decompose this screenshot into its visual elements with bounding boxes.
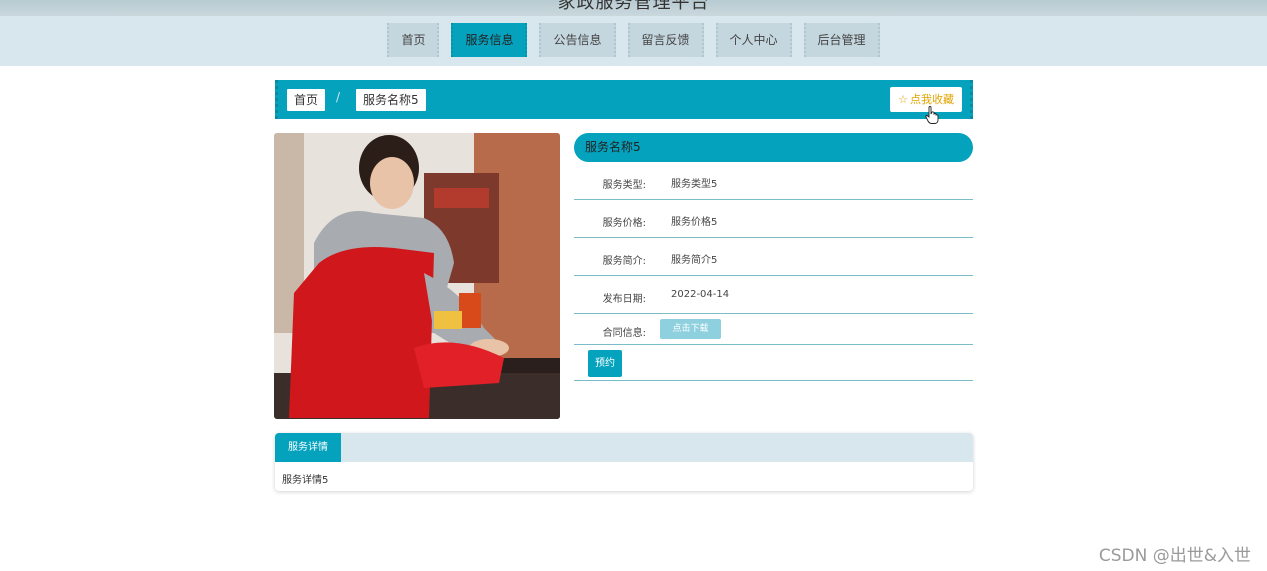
watermark: CSDN @出世&入世 — [1098, 546, 1251, 566]
tab-content: 服务详情5 — [282, 475, 329, 486]
breadcrumb-separator: / — [336, 90, 341, 104]
hand-cursor-icon — [925, 106, 939, 124]
detail-row-label: 服务价格: — [602, 218, 646, 229]
site-title: 家政服务管理平台 — [557, 0, 710, 13]
detail-row-label: 合同信息: — [602, 328, 646, 339]
nav-item-services[interactable]: 服务信息 — [451, 23, 528, 57]
breadcrumb-current: 服务名称5 — [356, 89, 426, 111]
download-contract-button[interactable]: 点击下载 — [660, 319, 721, 339]
detail-row-value: 服务价格5 — [671, 217, 718, 228]
detail-tabs: 服务详情 服务详情5 — [275, 433, 973, 491]
nav-item-admin[interactable]: 后台管理 — [803, 23, 880, 57]
nav-item-feedback[interactable]: 留言反馈 — [627, 23, 704, 57]
nav-item-announcements[interactable]: 公告信息 — [539, 23, 616, 57]
favorite-label: 点我收藏 — [910, 93, 954, 106]
detail-row-value: 2022-04-14 — [671, 289, 730, 300]
tab-service-details[interactable]: 服务详情 — [275, 433, 341, 462]
site-header: 家政服务管理平台 — [0, 0, 1267, 16]
detail-row-type: 服务类型: 服务类型5 — [574, 162, 973, 200]
detail-row-value: 服务类型5 — [671, 179, 718, 190]
breadcrumb: 首页 / 服务名称5 ☆ 点我收藏 — [275, 80, 973, 119]
nav-item-home[interactable]: 首页 — [387, 23, 440, 57]
detail-row-label: 发布日期: — [602, 294, 646, 305]
breadcrumb-home[interactable]: 首页 — [287, 89, 326, 111]
detail-row-date: 发布日期: 2022-04-14 — [574, 276, 973, 314]
detail-row-label: 服务简介: — [602, 256, 646, 267]
detail-row-summary: 服务简介: 服务简介5 — [574, 238, 973, 276]
nav-item-profile[interactable]: 个人中心 — [715, 23, 792, 57]
detail-row-contract: 合同信息: 点击下载 — [574, 314, 973, 345]
detail-row-label: 服务类型: — [602, 180, 646, 191]
detail-row-value: 服务简介5 — [671, 255, 718, 266]
detail-row-price: 服务价格: 服务价格5 — [574, 200, 973, 238]
detail-title: 服务名称5 — [574, 133, 973, 162]
book-button[interactable]: 预约 — [588, 350, 622, 377]
detail-row-actions: 预约 — [574, 345, 973, 381]
main-nav: 首页 服务信息 公告信息 留言反馈 个人中心 后台管理 — [0, 16, 1267, 66]
star-icon: ☆ — [898, 93, 908, 106]
tab-strip: 服务详情 — [275, 433, 973, 462]
service-photo — [274, 133, 560, 419]
